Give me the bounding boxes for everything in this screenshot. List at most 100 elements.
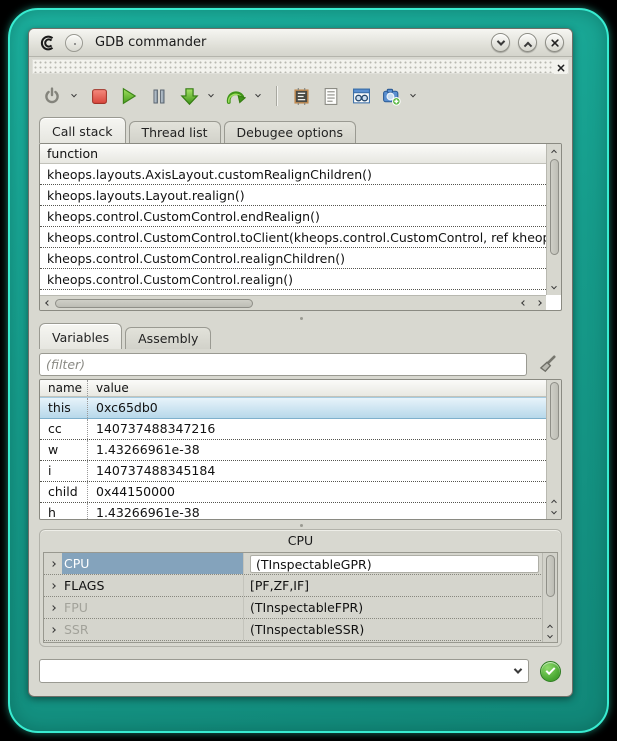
show-log-button[interactable] <box>320 85 342 107</box>
variable-row[interactable]: w 1.43266961e-38 <box>40 440 546 461</box>
scroll-up-button[interactable] <box>547 495 562 507</box>
scrollbar-thumb[interactable] <box>546 555 555 597</box>
callstack-vertical-scrollbar[interactable] <box>546 144 561 295</box>
callstack-column-header[interactable]: function <box>40 144 546 164</box>
column-header-value[interactable]: value <box>88 380 129 396</box>
step-into-icon <box>180 87 199 106</box>
add-watchpoint-button[interactable] <box>380 85 402 107</box>
cpu-vertical-scrollbar[interactable] <box>542 553 557 642</box>
close-icon <box>557 64 565 72</box>
variable-value: 0xc65db0 <box>88 398 158 418</box>
callstack-frame-row[interactable]: kheops.control.CustomControl.endRealign(… <box>40 206 546 227</box>
splitter-handle[interactable] <box>29 520 572 529</box>
show-memory-button[interactable] <box>290 85 312 107</box>
variable-name: w <box>40 440 88 460</box>
scroll-right-button[interactable] <box>531 296 546 310</box>
shade-button[interactable] <box>491 33 510 52</box>
cpu-register-table: CPU (TInspectableGPR) FLAGS [PF,ZF,IF] F… <box>43 552 558 643</box>
callstack-horizontal-scrollbar[interactable] <box>40 295 546 310</box>
scroll-left-button[interactable] <box>516 296 531 310</box>
scroll-left-button[interactable] <box>40 296 55 310</box>
variable-row[interactable]: this 0xc65db0 <box>40 397 546 419</box>
power-dropdown[interactable] <box>68 94 80 98</box>
chevron-up-icon <box>551 500 557 506</box>
register-group-value: [PF,ZF,IF] <box>244 578 557 593</box>
variable-row[interactable]: i 140737488345184 <box>40 461 546 482</box>
cpu-register-row[interactable]: FLAGS [PF,ZF,IF] <box>44 575 557 597</box>
variable-name: cc <box>40 419 88 439</box>
window-menu-button[interactable] <box>65 34 83 52</box>
tab-assembly[interactable]: Assembly <box>125 327 211 349</box>
callstack-frame-label: kheops.control.CustomControl.toClient(kh… <box>47 230 546 245</box>
cpu-register-row[interactable]: CPU (TInspectableGPR) <box>44 553 557 575</box>
expand-icon[interactable] <box>44 562 62 566</box>
chevron-left-icon <box>521 300 527 306</box>
tab-variables[interactable]: Variables <box>39 323 122 349</box>
stop-icon <box>91 88 108 105</box>
scrollbar-thumb[interactable] <box>550 382 559 440</box>
register-group-name: FLAGS <box>62 575 244 596</box>
expand-icon[interactable] <box>44 584 62 588</box>
stop-button[interactable] <box>88 85 110 107</box>
tab-debugee-options[interactable]: Debugee options <box>224 121 357 143</box>
variable-value: 140737488345184 <box>88 461 215 481</box>
scroll-down-button[interactable] <box>547 281 562 295</box>
expand-icon[interactable] <box>44 606 62 610</box>
callstack-frame-row[interactable]: kheops.control.CustomControl.realignChil… <box>40 248 546 269</box>
gdb-command-row <box>39 657 562 685</box>
scrollbar-thumb[interactable] <box>550 159 559 255</box>
clear-filter-button[interactable] <box>536 353 558 375</box>
variables-vertical-scrollbar[interactable] <box>546 380 561 519</box>
callstack-frame-label: kheops.layouts.Layout.realign() <box>47 188 245 203</box>
close-button[interactable] <box>545 33 564 52</box>
dock-close-button[interactable] <box>554 61 567 74</box>
chevron-down-icon <box>255 92 261 98</box>
send-command-button[interactable] <box>540 661 561 682</box>
pause-button[interactable] <box>148 85 170 107</box>
inspector-tab-bar: Variables Assembly <box>39 323 214 349</box>
chevron-down-icon <box>71 92 77 98</box>
maximize-button[interactable] <box>518 33 537 52</box>
chevron-left-icon <box>45 300 51 306</box>
variable-value: 140737488347216 <box>88 419 215 439</box>
chevron-down-icon <box>514 665 522 673</box>
tab-thread-list[interactable]: Thread list <box>129 121 221 143</box>
command-combobox[interactable] <box>39 659 529 683</box>
variable-value: 0x44150000 <box>88 482 175 502</box>
callstack-frame-row[interactable]: kheops.layouts.AxisLayout.customRealignC… <box>40 164 546 185</box>
step-over-dropdown[interactable] <box>252 94 264 98</box>
column-header-name[interactable]: name <box>40 380 88 396</box>
scroll-up-button[interactable] <box>543 620 558 631</box>
scroll-down-button[interactable] <box>547 507 562 519</box>
scroll-down-button[interactable] <box>543 631 558 642</box>
tab-call-stack[interactable]: Call stack <box>39 117 126 143</box>
splitter-handle[interactable] <box>29 313 572 322</box>
cpu-register-row[interactable]: SSR (TInspectableSSR) <box>44 619 557 641</box>
callstack-frame-row[interactable]: kheops.control.CustomControl.realign() <box>40 269 546 290</box>
variables-rows: this 0xc65db0 cc 140737488347216 w 1.432… <box>40 397 546 519</box>
step-over-button[interactable] <box>225 85 247 107</box>
callstack-frame-row[interactable]: kheops.control.CustomControl.toClient(kh… <box>40 227 546 248</box>
variable-row[interactable]: cc 140737488347216 <box>40 419 546 440</box>
scrollbar-thumb[interactable] <box>55 299 253 308</box>
title-bar[interactable]: GDB commander <box>29 29 572 57</box>
variable-row[interactable]: h 1.43266961e-38 <box>40 503 546 519</box>
callstack-frame-row[interactable]: kheops.layouts.Layout.realign() <box>40 185 546 206</box>
expand-icon[interactable] <box>44 628 62 632</box>
cpu-register-row[interactable]: FPU (TInspectableFPR) <box>44 597 557 619</box>
step-into-button[interactable] <box>178 85 200 107</box>
watch-window-icon <box>352 87 371 105</box>
app-logo-icon <box>37 33 57 53</box>
variable-row[interactable]: child 0x44150000 <box>40 482 546 503</box>
watch-window-button[interactable] <box>350 85 372 107</box>
filter-input[interactable] <box>39 353 527 376</box>
scroll-up-button[interactable] <box>547 144 562 158</box>
register-group-value[interactable]: (TInspectableGPR) <box>250 555 539 573</box>
power-button[interactable] <box>41 85 63 107</box>
add-watchpoint-dropdown[interactable] <box>407 94 419 98</box>
callstack-panel: function kheops.layouts.AxisLayout.custo… <box>39 143 562 311</box>
step-into-dropdown[interactable] <box>205 94 217 98</box>
run-button[interactable] <box>118 85 140 107</box>
dock-title-bar[interactable] <box>32 59 569 74</box>
variables-column-headers[interactable]: name value <box>40 380 546 397</box>
